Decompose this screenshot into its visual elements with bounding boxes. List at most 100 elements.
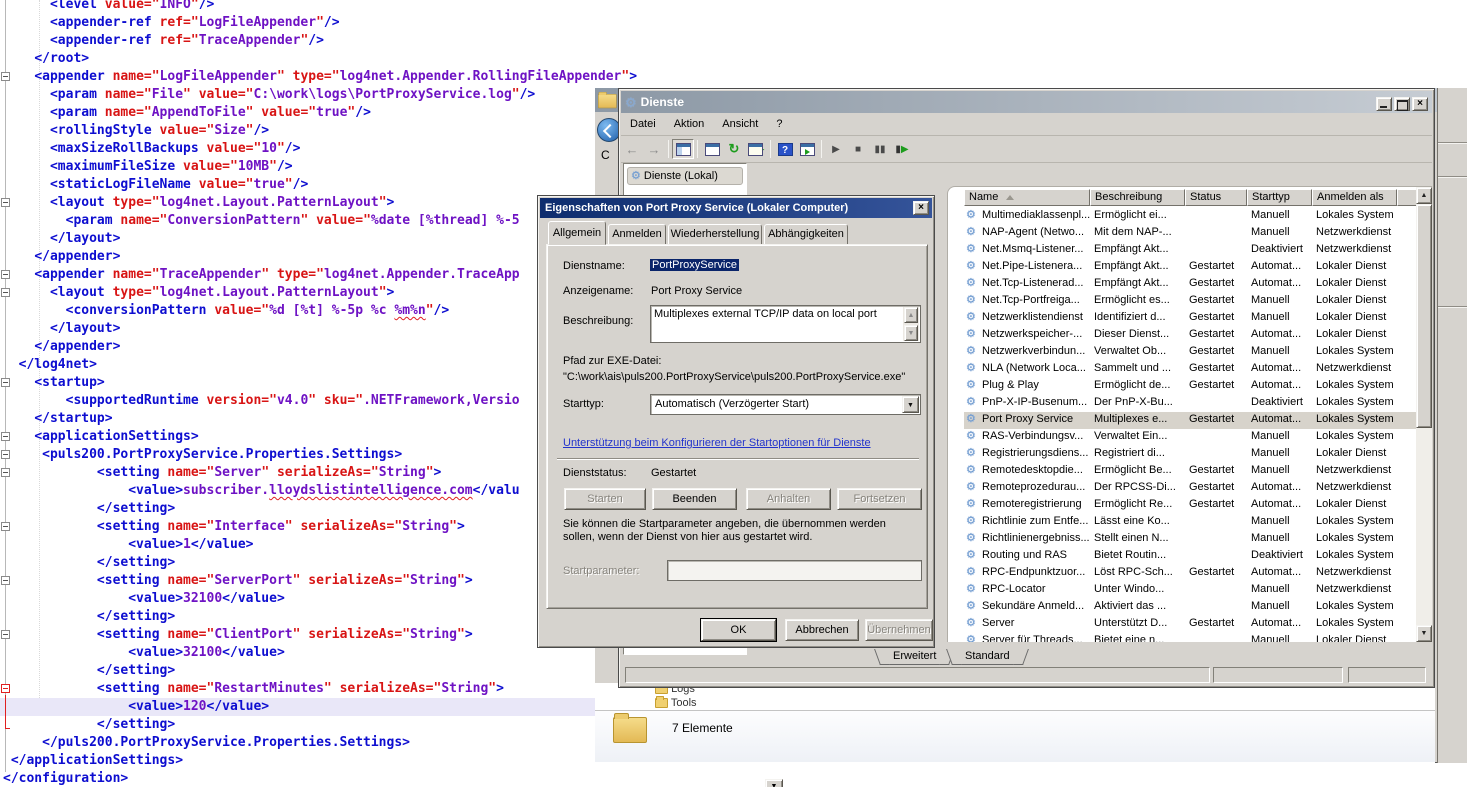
fold-marker[interactable]: [1, 468, 10, 477]
menu-datei[interactable]: Datei: [621, 115, 665, 133]
fold-marker[interactable]: [1, 198, 10, 207]
beschreibung-scrollbar[interactable]: ▲ ▼: [903, 307, 919, 341]
export-list-icon[interactable]: ▶: [745, 139, 767, 159]
starttyp-combobox[interactable]: Automatisch (Verzögerter Start) ▼: [650, 394, 921, 415]
service-row[interactable]: ⚙Multimediaklassenpl...Ermöglicht ei...M…: [964, 208, 1416, 225]
column-header-name[interactable]: Name: [964, 189, 1090, 206]
column-header-starttyp[interactable]: Starttyp: [1247, 189, 1312, 206]
dialog-titlebar[interactable]: Eigenschaften von Port Proxy Service (Lo…: [540, 198, 932, 218]
tab-anmelden[interactable]: Anmelden: [608, 224, 666, 245]
service-row[interactable]: ⚙NLA (Network Loca...Sammelt und ...Gest…: [964, 361, 1416, 378]
service-row[interactable]: ⚙Remotedesktopdie...Ermöglicht Be...Gest…: [964, 463, 1416, 480]
service-row[interactable]: ⚙NetzwerklistendienstIdentifiziert d...G…: [964, 310, 1416, 327]
pause-service-icon[interactable]: ▮▮: [869, 139, 891, 159]
service-row[interactable]: ⚙Net.Tcp-Portfreiga...Ermöglicht es...Ge…: [964, 293, 1416, 310]
anhalten-button[interactable]: Anhalten: [746, 488, 831, 510]
service-row[interactable]: ⚙Remoteprozedurau...Der RPCSS-Di...Gesta…: [964, 480, 1416, 497]
service-logon: Lokales System: [1312, 600, 1397, 615]
service-row[interactable]: ⚙RPC-LocatorUnter Windo...ManuellNetzwer…: [964, 582, 1416, 599]
close-icon[interactable]: ×: [913, 201, 929, 215]
service-row[interactable]: ⚙Plug & PlayErmöglicht de...GestartetAut…: [964, 378, 1416, 395]
tab-wiederherstellung[interactable]: Wiederherstellung: [668, 224, 762, 245]
scrollbar-thumb[interactable]: [1416, 204, 1432, 428]
scroll-up-icon[interactable]: ▲: [904, 307, 918, 323]
service-row[interactable]: ⚙RPC-Endpunktzuor...Löst RPC-Sch...Gesta…: [964, 565, 1416, 582]
service-row[interactable]: ⚙RAS-Verbindungsv...Verwaltet Ein...Manu…: [964, 429, 1416, 446]
starten-button[interactable]: Starten: [564, 488, 646, 510]
service-row[interactable]: ⚙Routing und RASBietet Routin...Deaktivi…: [964, 548, 1416, 565]
service-row[interactable]: ⚙Sekundäre Anmeld...Aktiviert das ...Man…: [964, 599, 1416, 616]
service-row[interactable]: ⚙Registrierungsdiens...Registriert di...…: [964, 446, 1416, 463]
menu-hilfe[interactable]: ?: [767, 115, 791, 133]
service-description: Ermöglicht de...: [1090, 379, 1185, 394]
fold-marker[interactable]: [1, 432, 10, 441]
tab-allgemein[interactable]: Allgemein: [548, 221, 606, 245]
service-row[interactable]: ⚙NAP-Agent (Netwo...Mit dem NAP-...Manue…: [964, 225, 1416, 242]
column-header-status[interactable]: Status: [1185, 189, 1247, 206]
service-row[interactable]: ⚙Server für Threads...Bietet eine n...Ma…: [964, 633, 1416, 642]
fold-marker[interactable]: [1, 630, 10, 639]
fold-marker[interactable]: [1, 288, 10, 297]
restart-service-icon[interactable]: ▮▶: [891, 139, 913, 159]
scroll-down-icon[interactable]: ▼: [1416, 625, 1432, 642]
uebernehmen-button[interactable]: Übernehmen: [865, 619, 933, 641]
help-icon[interactable]: ?: [774, 139, 796, 159]
maximize-button[interactable]: [1394, 97, 1410, 111]
service-status: Gestartet: [1185, 379, 1247, 394]
refresh-icon[interactable]: ↻: [723, 139, 745, 159]
service-name: Registrierungsdiens...: [978, 447, 1090, 462]
vertical-scrollbar[interactable]: ▲ ▼: [1416, 187, 1432, 642]
column-header-beschreibung[interactable]: Beschreibung: [1090, 189, 1185, 206]
stop-service-icon[interactable]: ■: [847, 139, 869, 159]
tab-abhaengigkeiten[interactable]: Abhängigkeiten: [764, 224, 848, 245]
start-service-icon[interactable]: ▶: [825, 139, 847, 159]
ok-button[interactable]: OK: [701, 619, 776, 641]
scroll-down-icon[interactable]: ▼: [904, 325, 918, 341]
service-row[interactable]: ⚙RemoteregistrierungErmöglicht Re...Gest…: [964, 497, 1416, 514]
scroll-up-icon[interactable]: ▲: [1416, 187, 1432, 204]
beenden-button[interactable]: Beenden: [652, 488, 737, 510]
taskpad-icon[interactable]: [796, 139, 818, 159]
service-logon: Lokaler Dienst: [1312, 328, 1397, 343]
service-row[interactable]: ⚙Net.Pipe-Listenera...Empfängt Akt...Ges…: [964, 259, 1416, 276]
service-row[interactable]: ⚙PnP-X-IP-Busenum...Der PnP-X-Bu...Deakt…: [964, 395, 1416, 412]
service-icon: ⚙: [966, 464, 976, 477]
back-icon[interactable]: ←: [621, 139, 643, 159]
fold-marker[interactable]: [1, 378, 10, 387]
close-button[interactable]: ×: [1412, 97, 1428, 111]
services-titlebar[interactable]: ⚙ Dienste ×: [621, 91, 1432, 113]
service-row[interactable]: ⚙Richtlinie zum Entfe...Lässt eine Ko...…: [964, 514, 1416, 531]
fold-marker[interactable]: [1, 450, 10, 459]
service-row[interactable]: ⚙Net.Tcp-Listenerad...Empfängt Akt...Ges…: [964, 276, 1416, 293]
list-item[interactable]: Tools: [655, 697, 697, 710]
startoptionen-hilfe-link[interactable]: Unterstützung beim Konfigurieren der Sta…: [563, 437, 871, 449]
fold-marker[interactable]: [1, 270, 10, 279]
service-row[interactable]: ⚙Port Proxy ServiceMultiplexes e...Gesta…: [964, 412, 1416, 429]
tab-erweitert[interactable]: Erweitert: [881, 649, 948, 665]
column-header-anmeldenals[interactable]: Anmelden als: [1312, 189, 1397, 206]
service-row[interactable]: ⚙Netzwerkverbindun...Verwaltet Ob...Gest…: [964, 344, 1416, 361]
service-row[interactable]: ⚙Netzwerkspeicher-...Dieser Dienst...Ges…: [964, 327, 1416, 344]
code-line: </setting>: [3, 608, 175, 626]
menu-ansicht[interactable]: Ansicht: [713, 115, 767, 133]
chevron-down-icon[interactable]: ▼: [902, 396, 919, 413]
service-row[interactable]: ⚙Richtlinienergebniss...Stellt einen N..…: [964, 531, 1416, 548]
service-row[interactable]: ⚙ServerUnterstützt D...GestartetAutomat.…: [964, 616, 1416, 633]
fold-marker[interactable]: [1, 72, 10, 81]
show-tree-icon[interactable]: [672, 139, 694, 159]
startparameter-input[interactable]: [667, 560, 922, 581]
dropdown-button[interactable]: ▼: [765, 779, 783, 787]
forward-icon[interactable]: →: [643, 139, 665, 159]
beschreibung-field[interactable]: Multiplexes external TCP/IP data on loca…: [650, 305, 921, 343]
fold-marker-changed[interactable]: [1, 684, 10, 693]
minimize-button[interactable]: [1376, 97, 1392, 111]
tree-item-dienste-lokal[interactable]: ⚙ Dienste (Lokal): [627, 167, 743, 185]
properties-icon[interactable]: [701, 139, 723, 159]
tab-standard[interactable]: Standard: [953, 649, 1022, 665]
fold-marker[interactable]: [1, 522, 10, 531]
fold-marker[interactable]: [1, 576, 10, 585]
service-row[interactable]: ⚙Net.Msmq-Listener...Empfängt Akt...Deak…: [964, 242, 1416, 259]
fortsetzen-button[interactable]: Fortsetzen: [837, 488, 922, 510]
abbrechen-button[interactable]: Abbrechen: [785, 619, 859, 641]
menu-aktion[interactable]: Aktion: [665, 115, 714, 133]
